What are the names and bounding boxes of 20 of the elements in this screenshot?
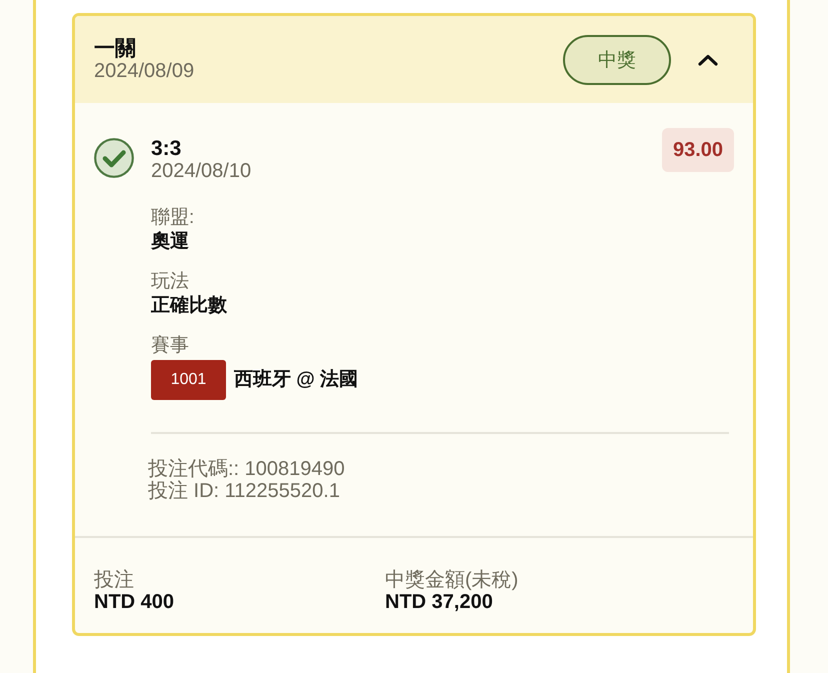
field-value: 正確比數: [151, 294, 228, 318]
event-name: 西班牙 @ 法國: [234, 368, 358, 392]
field-label: 聯盟:: [151, 206, 196, 230]
status-badge: 中獎: [563, 34, 671, 84]
field-value: 奧運: [151, 230, 190, 254]
bet-type-title: 一關: [94, 37, 137, 60]
bet-date: 2024/08/09: [94, 60, 196, 82]
score-text: 3:3: [151, 138, 182, 160]
odds-badge: 93.00: [662, 128, 734, 172]
summary-label: 中獎金額(未稅): [385, 569, 520, 591]
reference-text: 投注代碼:: 100819490: [148, 458, 346, 480]
field-label: 賽事: [151, 334, 190, 358]
match-date: 2024/08/10: [151, 160, 252, 182]
summary-value: NTD 37,200: [385, 591, 494, 613]
chevron-up-icon: [698, 54, 718, 66]
summary-value: NTD 400: [94, 591, 176, 613]
summary-label: 投注: [94, 569, 135, 591]
event-code-tag: 1001: [151, 360, 226, 400]
field-label: 玩法: [151, 270, 190, 294]
reference-text: 投注 ID: 112255520.1: [148, 480, 341, 502]
